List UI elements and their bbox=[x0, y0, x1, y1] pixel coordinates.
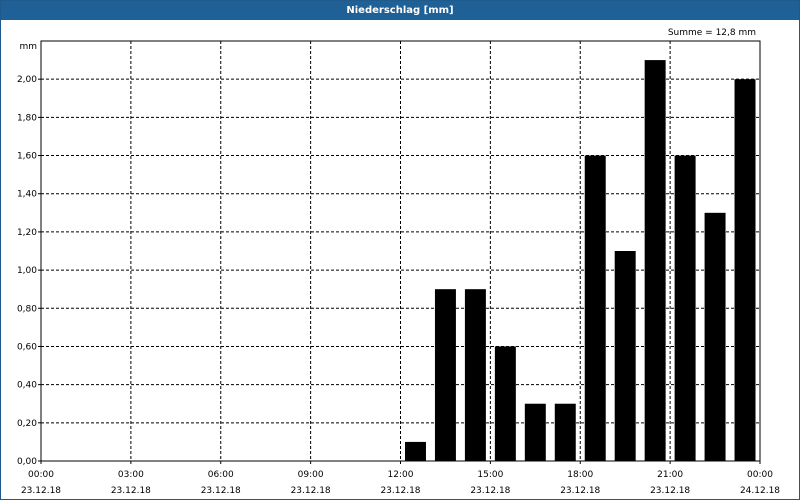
y-tick-label: 0,80 bbox=[17, 304, 37, 314]
x-tick-time-label: 09:00 bbox=[298, 470, 324, 480]
x-tick-date-label: 23.12.18 bbox=[470, 486, 510, 496]
x-tick-date-label: 23.12.18 bbox=[650, 486, 690, 496]
y-axis-label: mm bbox=[19, 42, 37, 52]
x-tick-time-label: 15:00 bbox=[477, 470, 503, 480]
x-tick-date-label: 23.12.18 bbox=[291, 486, 331, 496]
y-tick-label: 0,20 bbox=[17, 419, 37, 429]
y-tick-label: 0,00 bbox=[17, 457, 37, 467]
x-tick-date-label: 23.12.18 bbox=[560, 486, 600, 496]
y-tick-label: 1,20 bbox=[17, 228, 37, 238]
x-tick-date-label: 23.12.18 bbox=[111, 486, 151, 496]
x-tick-time-label: 00:00 bbox=[28, 470, 54, 480]
x-tick-date-label: 23.12.18 bbox=[21, 486, 61, 496]
x-tick-time-label: 00:00 bbox=[747, 470, 773, 480]
x-tick-time-label: 12:00 bbox=[388, 470, 414, 480]
y-tick-label: 1,60 bbox=[17, 152, 37, 162]
bar bbox=[524, 403, 546, 461]
bar bbox=[494, 346, 516, 461]
x-tick-date-label: 24.12.18 bbox=[740, 486, 780, 496]
x-tick-time-label: 21:00 bbox=[657, 470, 683, 480]
sum-annotation: Summe = 12,8 mm bbox=[668, 28, 756, 38]
x-tick-date-label: 23.12.18 bbox=[380, 486, 420, 496]
y-tick-label: 1,00 bbox=[17, 266, 37, 276]
x-tick-date-label: 23.12.18 bbox=[201, 486, 241, 496]
y-tick-label: 1,80 bbox=[17, 113, 37, 123]
chart-window: Niederschlag [mm] 0,00 0,20 0,40 0,60 0,80 1,… bbox=[0, 0, 800, 500]
bar bbox=[404, 441, 426, 461]
bar bbox=[434, 289, 456, 461]
y-tick-label: 0,40 bbox=[17, 381, 37, 391]
x-tick-time-label: 03:00 bbox=[118, 470, 144, 480]
x-tick-time-label: 18:00 bbox=[567, 470, 593, 480]
y-tick-label: 2,00 bbox=[17, 75, 37, 85]
bar bbox=[734, 79, 756, 461]
bar bbox=[614, 251, 636, 461]
y-tick-label: 0,60 bbox=[17, 342, 37, 352]
bar bbox=[584, 155, 606, 461]
bar bbox=[554, 403, 576, 461]
bar bbox=[644, 60, 666, 461]
bar bbox=[464, 289, 486, 461]
y-tick-label: 1,40 bbox=[17, 190, 37, 200]
bar bbox=[704, 212, 726, 461]
x-tick-time-label: 06:00 bbox=[208, 470, 234, 480]
precipitation-chart: 0,00 0,20 0,40 0,60 0,80 1,00 1,20 1,40 1,60 1,80… bbox=[17, 28, 780, 496]
bar bbox=[674, 155, 696, 461]
